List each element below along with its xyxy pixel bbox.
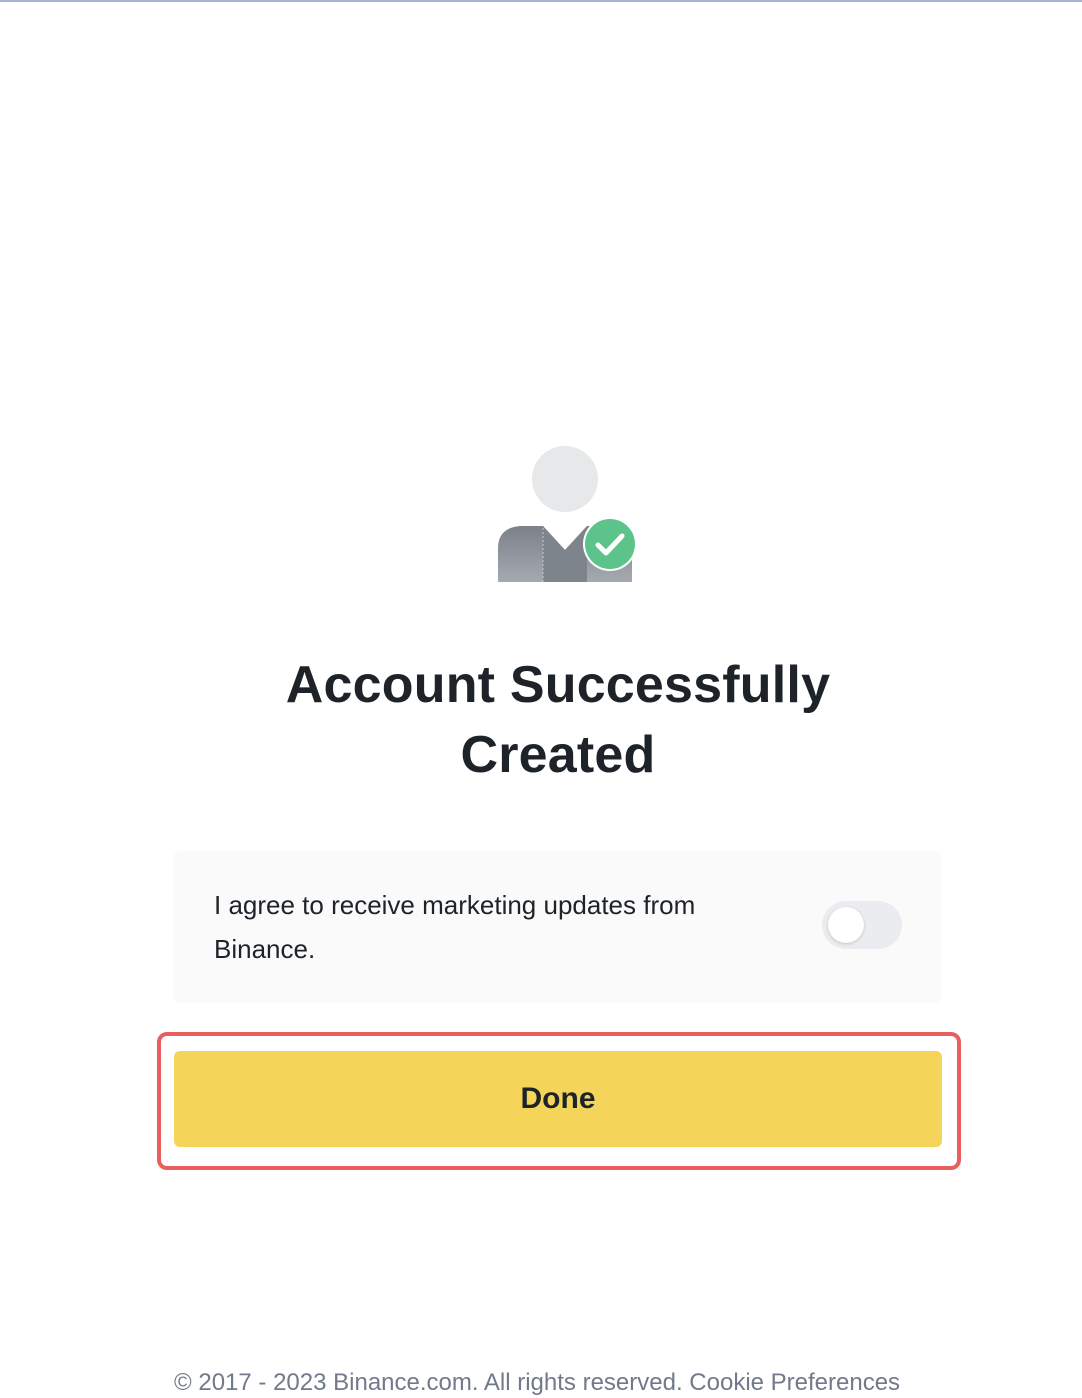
marketing-consent-card: I agree to receive marketing updates fro… — [174, 851, 942, 1003]
avatar-head — [532, 446, 598, 512]
page-title-line1: Account Successfully — [285, 656, 831, 714]
check-icon — [582, 516, 638, 572]
marketing-consent-label: I agree to receive marketing updates fro… — [214, 890, 696, 964]
page-title: Account Successfully Created — [174, 650, 942, 790]
toggle-knob — [828, 907, 864, 943]
done-button[interactable]: Done — [174, 1051, 942, 1147]
user-account-created-icon — [498, 444, 638, 584]
top-border — [0, 0, 1082, 2]
marketing-consent-toggle[interactable] — [822, 901, 902, 949]
avatar-shirt — [543, 526, 587, 582]
page-title-line2: Created — [460, 726, 656, 784]
footer-copyright: © 2017 - 2023 Binance.com. All rights re… — [174, 1369, 901, 1396]
